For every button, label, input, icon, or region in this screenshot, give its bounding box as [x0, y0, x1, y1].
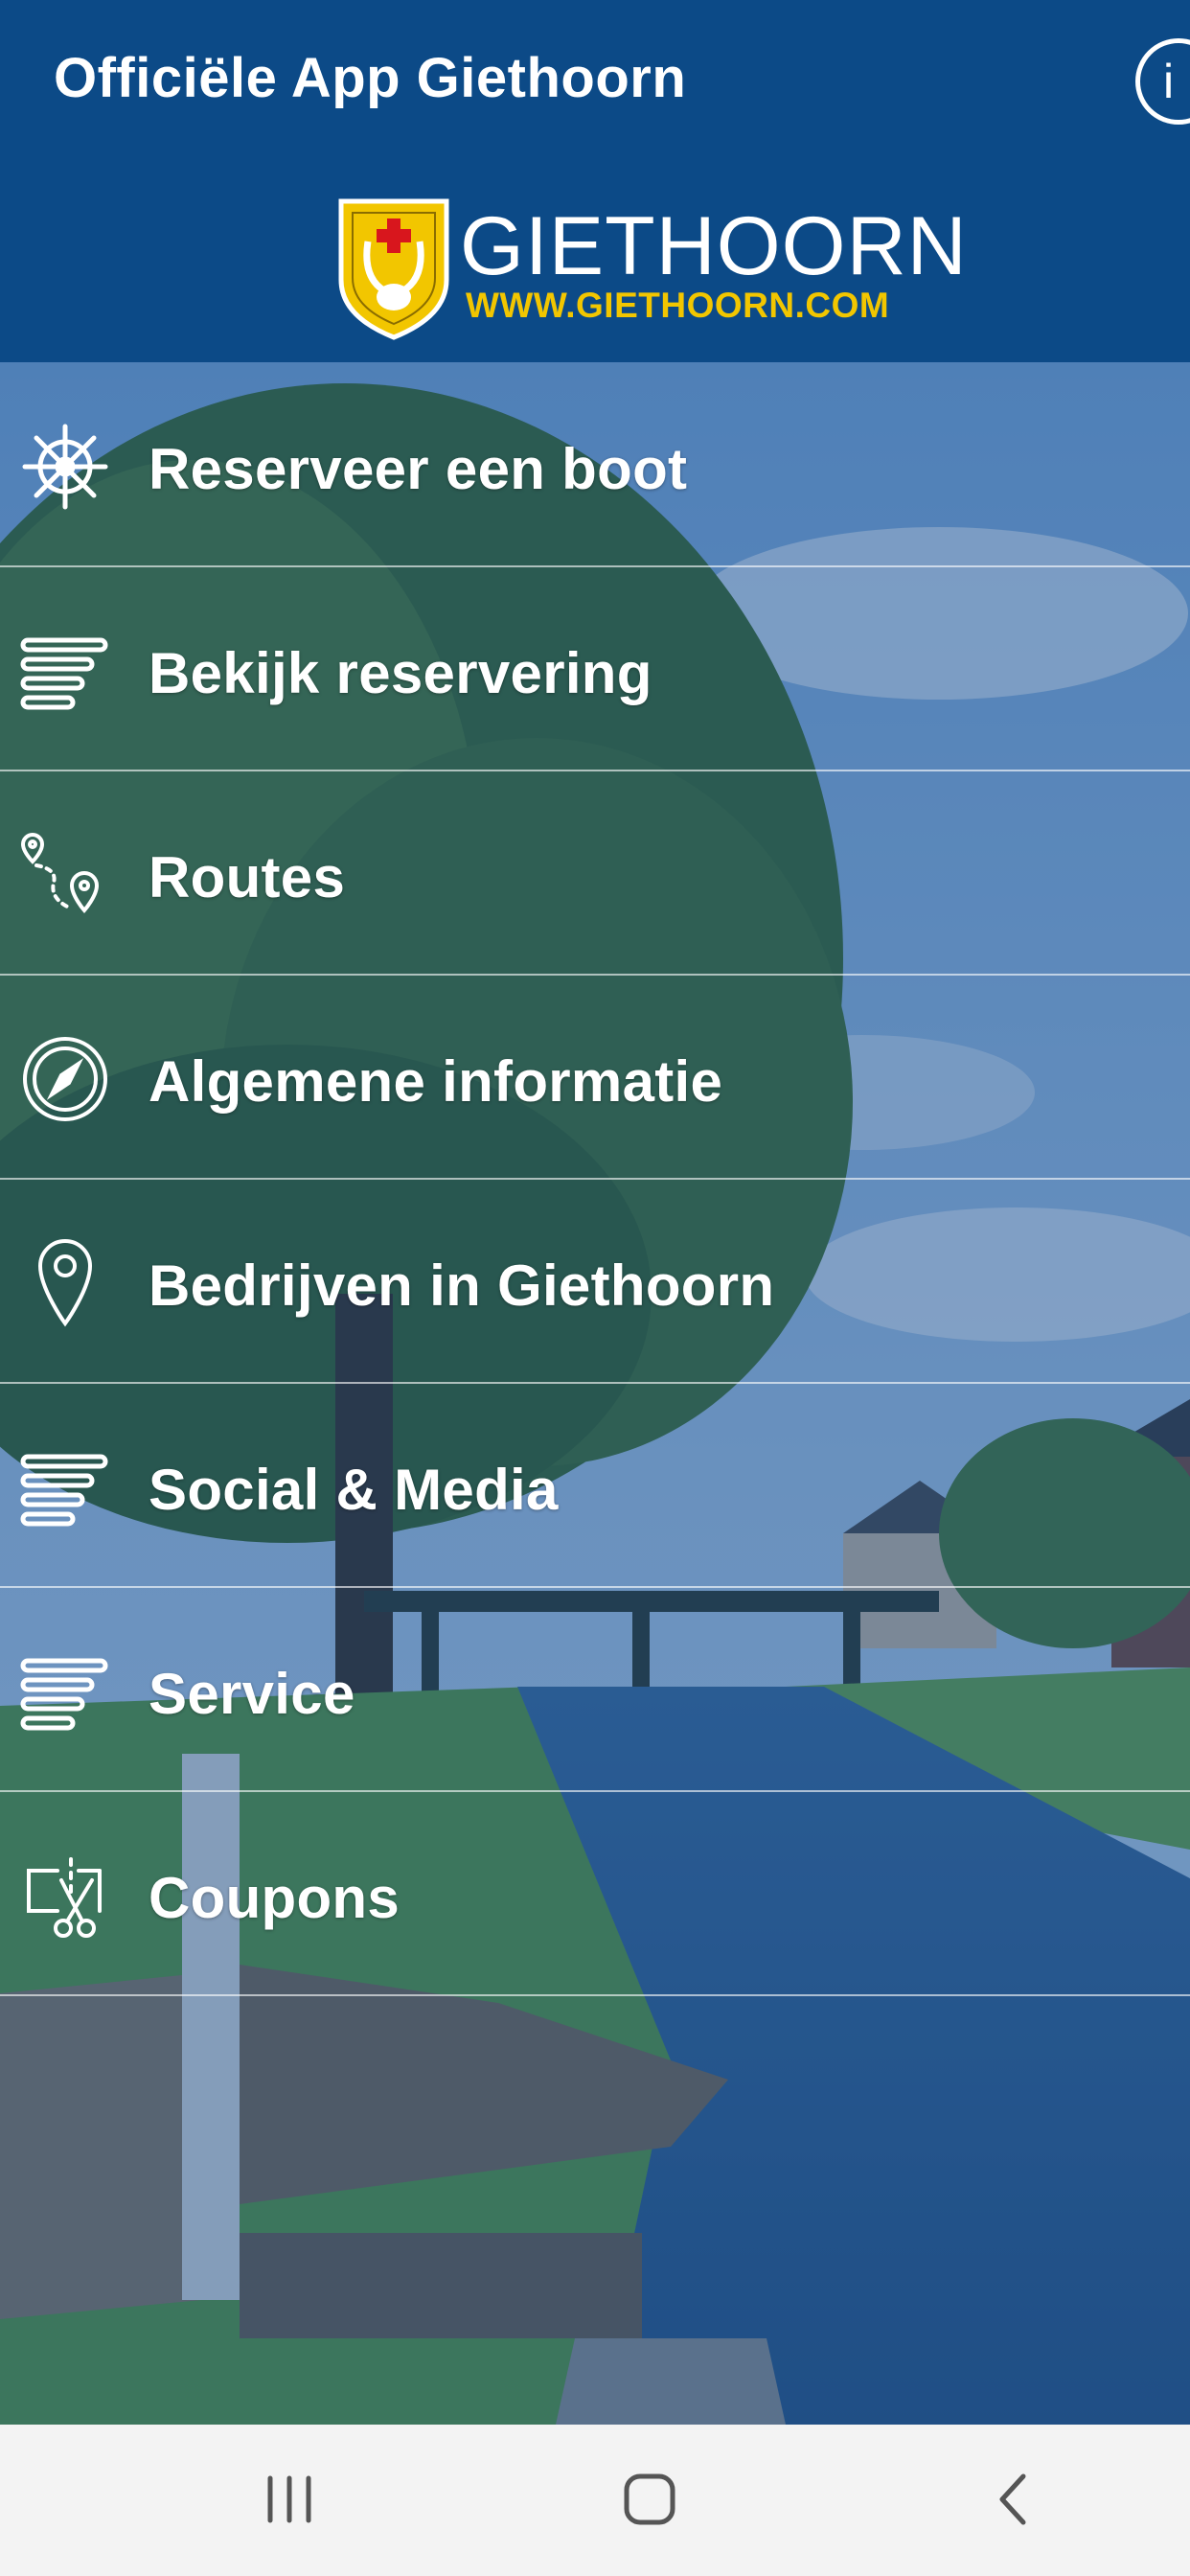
- route-pins-icon: [20, 832, 100, 914]
- menu-item-social-media[interactable]: Social & Media: [0, 1384, 1190, 1588]
- location-pin-icon: [37, 1239, 93, 1327]
- menu-label: Bekijk reservering: [149, 641, 652, 705]
- home-icon[interactable]: [611, 2467, 688, 2534]
- menu-label: Coupons: [149, 1866, 400, 1930]
- menu-item-algemene-informatie[interactable]: Algemene informatie: [0, 976, 1190, 1180]
- giethoorn-crest-icon: [338, 198, 449, 340]
- recent-apps-icon[interactable]: [251, 2467, 328, 2534]
- scissors-coupon-icon: [27, 1857, 102, 1938]
- app-header: Officiële App Giethoorn i GIETHOORN WWW.…: [0, 0, 1190, 362]
- menu-label: Bedrijven in Giethoorn: [149, 1254, 775, 1318]
- menu-label: Algemene informatie: [149, 1049, 723, 1114]
- menu-item-bedrijven[interactable]: Bedrijven in Giethoorn: [0, 1180, 1190, 1384]
- app-title: Officiële App Giethoorn: [54, 47, 687, 109]
- logo-url: WWW.GIETHOORN.COM: [466, 286, 890, 325]
- menu-label: Reserveer een boot: [149, 437, 688, 501]
- logo-wordmark: GIETHOORN: [460, 200, 968, 292]
- menu-item-routes[interactable]: Routes: [0, 771, 1190, 976]
- info-button[interactable]: i: [1135, 38, 1190, 125]
- menu-label: Service: [149, 1662, 355, 1726]
- main-menu: Reserveer een boot Bekijk reservering Ro…: [0, 363, 1190, 1996]
- menu-item-coupons[interactable]: Coupons: [0, 1792, 1190, 1996]
- system-navigation-bar: [0, 2425, 1190, 2576]
- lines-list-icon: [20, 1454, 108, 1527]
- menu-item-service[interactable]: Service: [0, 1588, 1190, 1792]
- giethoorn-logo: GIETHOORN WWW.GIETHOORN.COM: [333, 192, 968, 345]
- menu-item-reserveer-boot[interactable]: Reserveer een boot: [0, 363, 1190, 567]
- info-icon: i: [1163, 55, 1175, 108]
- back-icon[interactable]: [975, 2467, 1052, 2534]
- menu-label: Routes: [149, 845, 346, 909]
- menu-label: Social & Media: [149, 1458, 559, 1522]
- ship-wheel-icon: [22, 424, 108, 510]
- lines-list-icon: [20, 637, 108, 710]
- lines-list-icon: [20, 1658, 108, 1731]
- compass-icon: [23, 1037, 107, 1121]
- menu-item-bekijk-reservering[interactable]: Bekijk reservering: [0, 567, 1190, 771]
